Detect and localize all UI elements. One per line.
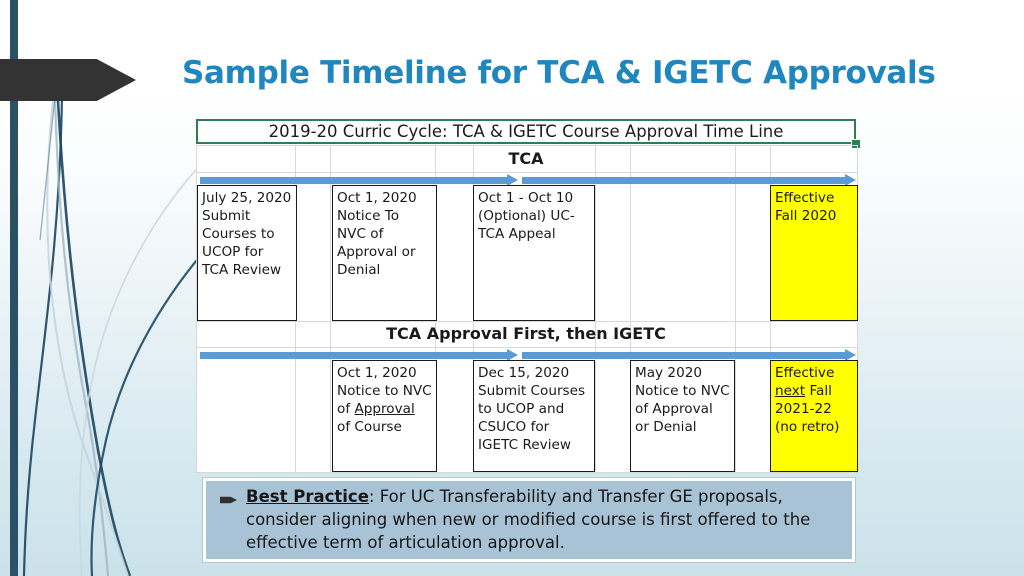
band-label-tca: TCA [508, 149, 544, 168]
timeline-cell-text: Oct 1, 2020 Notice To NVC of Approval or… [337, 190, 417, 279]
slide-canvas: Sample Timeline for TCA & IGETC Approval… [0, 0, 1024, 576]
timeline-cell-text: Dec 15, 2020 Submit Courses to UCOP and … [478, 365, 586, 454]
timeline-cell-highlight: Effective next Fall 2021-22 (no retro) [770, 360, 858, 472]
timeline-cell-text: Effective Fall 2020 [775, 190, 837, 225]
timeline-spreadsheet: 2019-20 Curric Cycle: TCA & IGETC Course… [196, 119, 861, 473]
grid-row-line [196, 321, 858, 322]
grid-row-line [196, 172, 858, 173]
timeline-cell-text: July 25, 2020 Submit Courses to UCOP for… [202, 190, 292, 279]
timeline-cell: May 2020 Notice to NVC of Approval or De… [630, 360, 735, 472]
timeline-cell-highlight: Effective Fall 2020 [770, 185, 858, 321]
grid-column-line [330, 145, 331, 473]
grid-row-line [196, 347, 858, 348]
fill-handle [851, 139, 861, 149]
grid-row-line [196, 472, 858, 473]
timeline-cell: July 25, 2020 Submit Courses to UCOP for… [197, 185, 297, 321]
sheet-title: 2019-20 Curric Cycle: TCA & IGETC Course… [196, 119, 856, 144]
page-title: Sample Timeline for TCA & IGETC Approval… [182, 55, 936, 91]
timeline-cell: Oct 1, 2020 Notice To NVC of Approval or… [332, 185, 437, 321]
timeline-cell-text: Oct 1, 2020 Notice to NVC of Approval of… [337, 365, 432, 436]
grid-column-line [595, 145, 596, 473]
grid-column-line [735, 145, 736, 473]
timeline-cell-text: Effective next Fall 2021-22 (no retro) [775, 365, 840, 436]
timeline-cell: Oct 1 - Oct 10 (Optional) UC-TCA Appeal [473, 185, 595, 321]
best-practice-callout: Best Practice: For UC Transferability an… [203, 478, 855, 562]
grid-row-line [196, 145, 858, 146]
arrow-bullet-icon [220, 496, 237, 504]
band-label-igetc: TCA Approval First, then IGETC [386, 324, 666, 343]
best-practice-lead: Best Practice [246, 487, 369, 506]
timeline-cell-text: Oct 1 - Oct 10 (Optional) UC-TCA Appeal [478, 190, 575, 243]
best-practice-text: Best Practice: For UC Transferability an… [246, 486, 840, 554]
timeline-cell: Dec 15, 2020 Submit Courses to UCOP and … [473, 360, 595, 472]
timeline-cell: Oct 1, 2020 Notice to NVC of Approval of… [332, 360, 437, 472]
timeline-cell-text: May 2020 Notice to NVC of Approval or De… [635, 365, 730, 436]
